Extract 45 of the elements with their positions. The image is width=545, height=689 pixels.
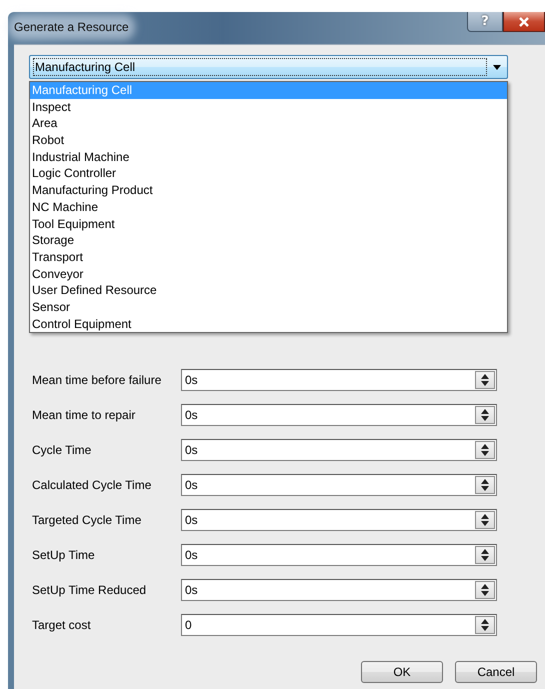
dropdown-option[interactable]: Transport bbox=[30, 248, 507, 266]
spin-arrows-icon[interactable] bbox=[475, 581, 495, 599]
dropdown-option[interactable]: Area bbox=[30, 115, 507, 132]
dropdown-option[interactable]: Robot bbox=[30, 132, 507, 149]
spin-arrows-icon[interactable] bbox=[475, 476, 495, 494]
spin-field[interactable]: 0s bbox=[181, 579, 497, 601]
cancel-button[interactable]: Cancel bbox=[455, 661, 537, 683]
field-label: Targeted Cycle Time bbox=[32, 513, 142, 527]
window-title: Generate a Resource bbox=[14, 20, 129, 34]
spin-field[interactable]: 0s bbox=[181, 474, 497, 496]
spin-field[interactable]: 0s bbox=[181, 439, 497, 461]
field-label: Target cost bbox=[32, 618, 92, 632]
dropdown-option[interactable]: Inspect bbox=[30, 98, 507, 116]
dropdown-option[interactable]: Sensor bbox=[30, 298, 507, 316]
spin-field[interactable]: 0s bbox=[181, 509, 497, 531]
spin-field[interactable]: 0s bbox=[181, 404, 497, 426]
dropdown-option[interactable]: Conveyor bbox=[30, 266, 507, 282]
dropdown-option[interactable]: Manufacturing Product bbox=[30, 182, 507, 199]
resource-type-dropdown[interactable]: Manufacturing Cell bbox=[29, 55, 508, 79]
spin-arrows-icon[interactable] bbox=[475, 546, 495, 564]
spin-arrows-icon[interactable] bbox=[475, 441, 495, 459]
ok-button[interactable]: OK bbox=[361, 661, 443, 683]
caret-icon bbox=[493, 64, 501, 70]
field-label: SetUp Time Reduced bbox=[32, 583, 148, 597]
dropdown-option[interactable]: Storage bbox=[30, 232, 507, 249]
field-label: Mean time to repair bbox=[32, 408, 136, 422]
spin-field[interactable]: 0s bbox=[181, 544, 497, 566]
dropdown-option[interactable]: Logic Controller bbox=[30, 165, 507, 182]
dropdown-option[interactable]: Control Equipment bbox=[30, 316, 507, 332]
close-button[interactable] bbox=[503, 12, 545, 32]
spin-field[interactable]: 0 bbox=[181, 614, 497, 636]
spin-arrows-icon[interactable] bbox=[475, 371, 495, 389]
spin-arrows-icon[interactable] bbox=[475, 511, 495, 529]
field-label: Cycle Time bbox=[32, 443, 92, 457]
spin-arrows-icon[interactable] bbox=[475, 616, 495, 634]
field-label: Calculated Cycle Time bbox=[32, 478, 152, 492]
dropdown-option[interactable]: NC Machine bbox=[30, 198, 507, 216]
dropdown-option[interactable]: Tool Equipment bbox=[30, 216, 507, 232]
field-label: SetUp Time bbox=[32, 548, 96, 562]
field-label: Mean time before failure bbox=[32, 373, 162, 387]
spin-field[interactable]: 0s bbox=[181, 369, 497, 391]
close-icon bbox=[518, 16, 530, 26]
spin-arrows-icon[interactable] bbox=[475, 406, 495, 424]
dropdown-option[interactable]: User Defined Resource bbox=[30, 282, 507, 299]
dropdown-option[interactable]: Industrial Machine bbox=[30, 148, 507, 166]
